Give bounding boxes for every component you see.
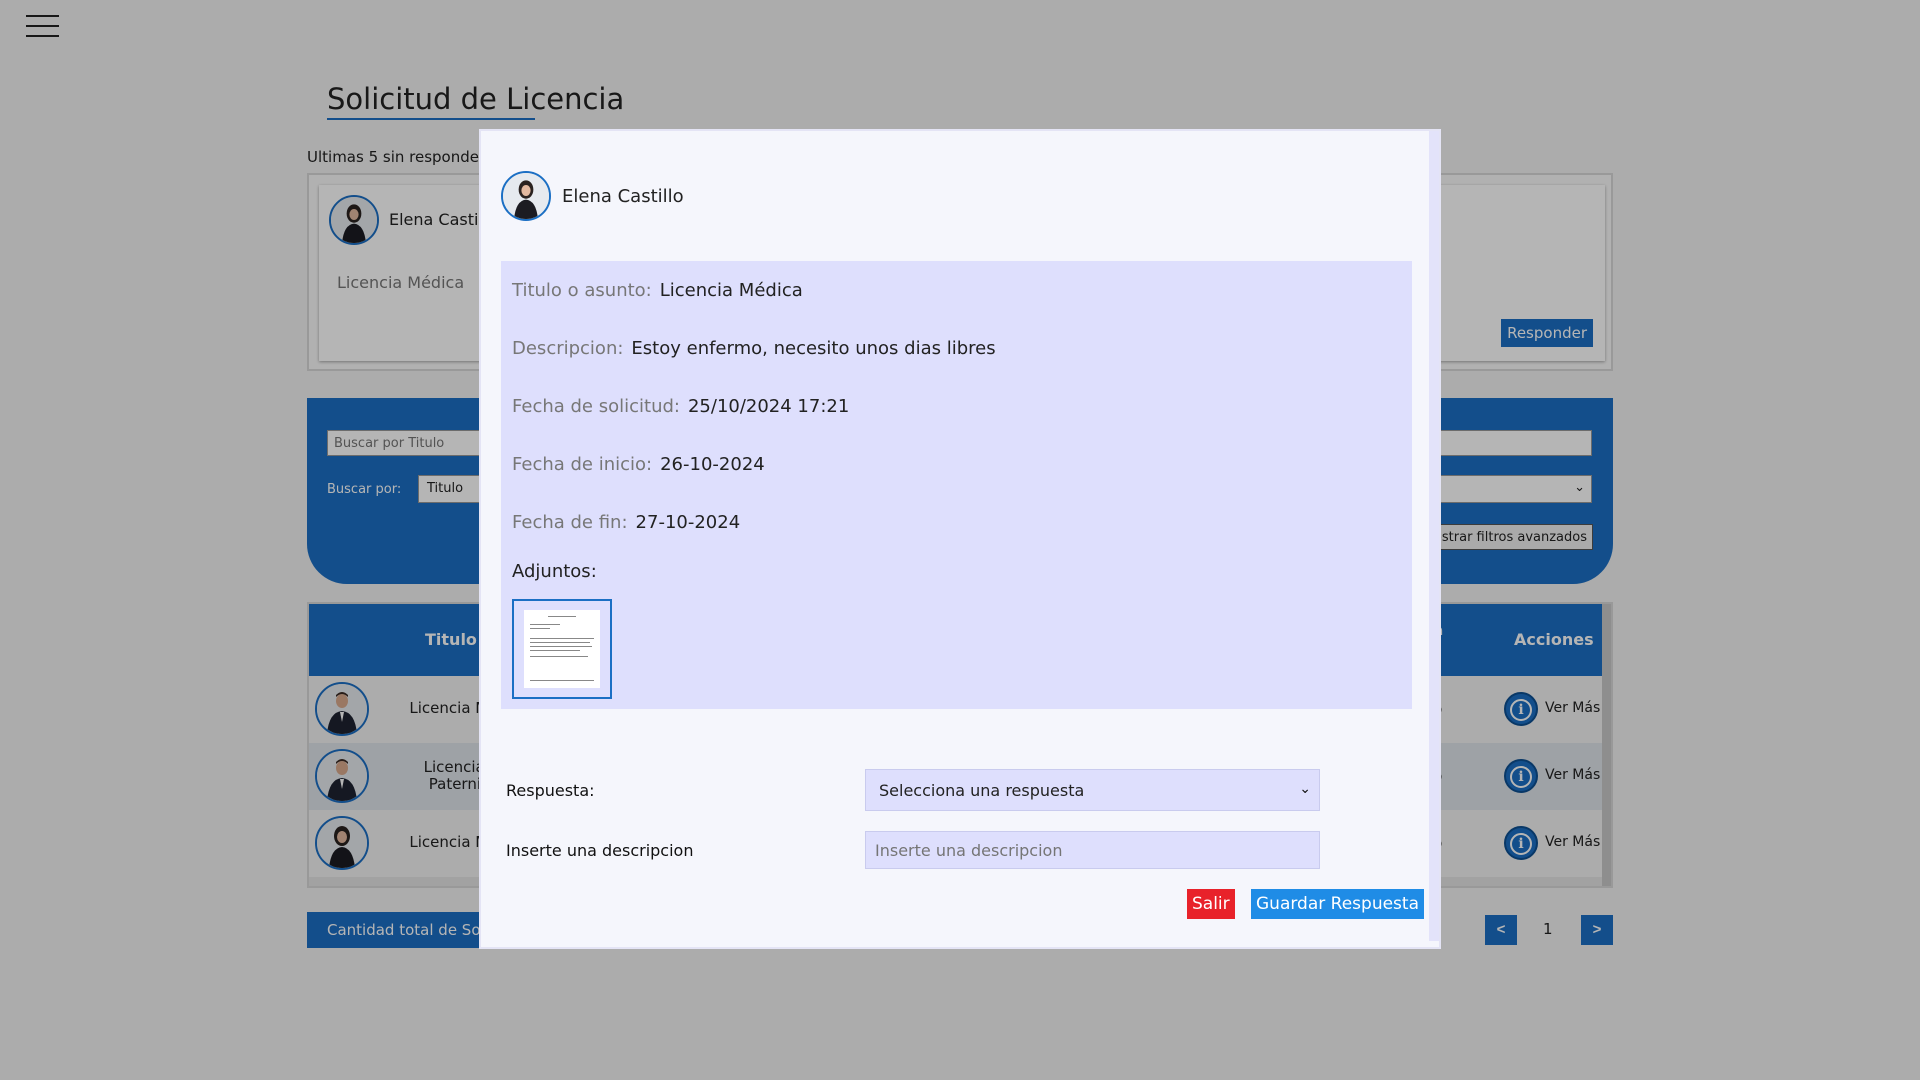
response-select-value: Selecciona una respuesta (879, 781, 1085, 800)
save-response-button[interactable]: Guardar Respuesta (1251, 889, 1424, 919)
requester-name: Elena Castillo (562, 186, 684, 207)
description-input[interactable] (865, 831, 1320, 869)
detail-end-date: Fecha de fin: 27-10-2024 (512, 512, 741, 533)
exit-button[interactable]: Salir (1187, 889, 1235, 919)
description-label: Inserte una descripcion (506, 841, 694, 860)
female-avatar (501, 171, 551, 221)
detail-description: Descripcion: Estoy enfermo, necesito unos… (512, 338, 996, 359)
detail-start-date: Fecha de inicio: 26-10-2024 (512, 454, 765, 475)
detail-title: Titulo o asunto: Licencia Médica (512, 280, 803, 301)
attachments-label: Adjuntos: (512, 561, 597, 582)
document-icon (524, 610, 600, 688)
attachment-thumbnail[interactable] (512, 599, 612, 699)
request-details: Titulo o asunto: Licencia Médica Descripc… (501, 261, 1412, 709)
modal-scrollbar[interactable] (1429, 131, 1439, 941)
detail-request-date: Fecha de solicitud: 25/10/2024 17:21 (512, 396, 850, 417)
response-label: Respuesta: (506, 781, 595, 800)
chevron-down-icon: ⌄ (1299, 781, 1311, 797)
response-select[interactable]: Selecciona una respuesta ⌄ (865, 769, 1320, 811)
response-modal: Elena Castillo Titulo o asunto: Licencia … (479, 129, 1441, 949)
